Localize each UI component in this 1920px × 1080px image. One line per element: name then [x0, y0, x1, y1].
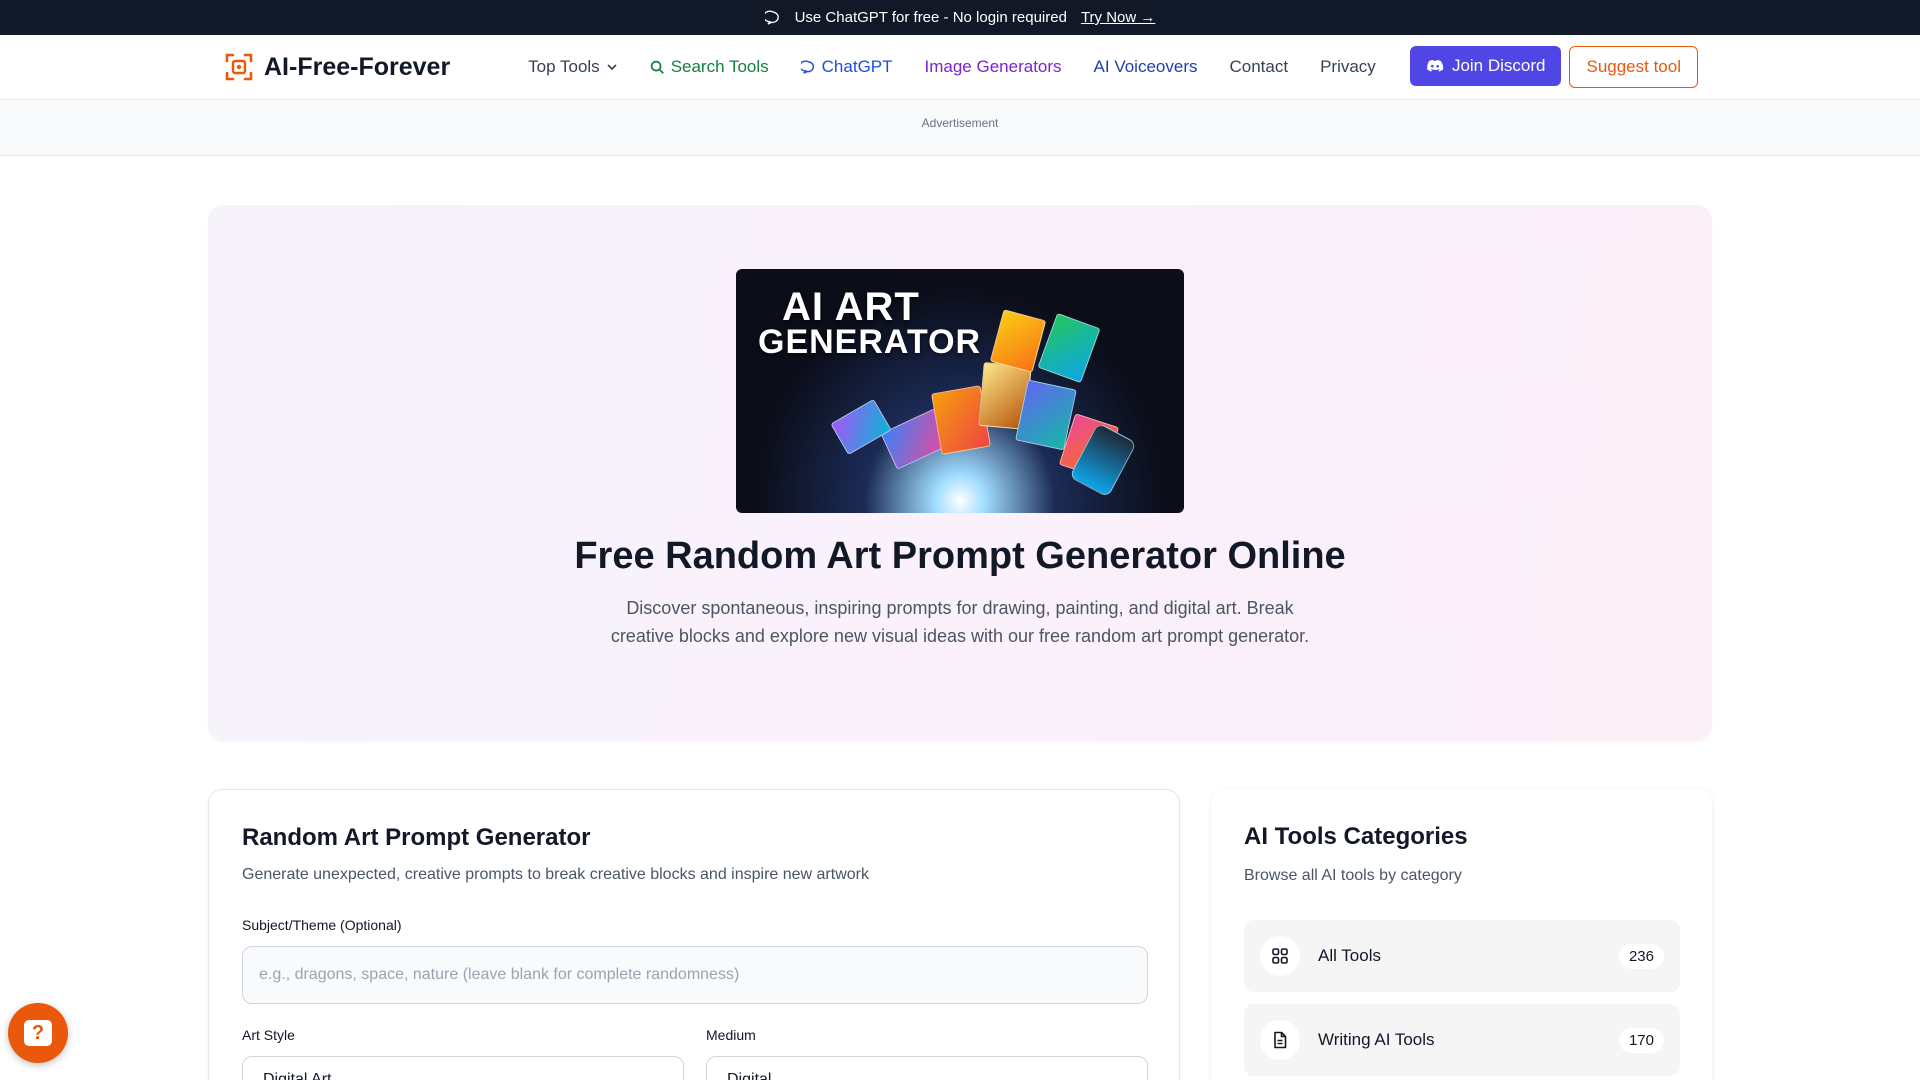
advertisement-label: Advertisement: [921, 116, 999, 130]
brand-name: AI-Free-Forever: [264, 52, 451, 81]
chat-bubble-icon: [800, 59, 814, 74]
hero-section: AI ART GENERATOR Free Random Art Prompt …: [208, 205, 1712, 741]
categories-panel: AI Tools Categories Browse all AI tools …: [1211, 789, 1712, 1080]
nav-search-tools-label: Search Tools: [670, 57, 769, 76]
generator-title: Random Art Prompt Generator: [242, 824, 591, 851]
nav-links: Top Tools Search Tools ChatGPT Image Gen…: [528, 57, 1376, 77]
chat-bubble-icon: [764, 10, 781, 26]
question-icon: ?: [24, 1020, 52, 1046]
join-discord-label: Join Discord: [1451, 56, 1546, 75]
help-button[interactable]: ?: [8, 1003, 68, 1063]
nav-top-tools[interactable]: Top Tools: [528, 57, 618, 77]
nav-chatgpt-label: ChatGPT: [821, 57, 893, 76]
nav-ai-voiceovers[interactable]: AI Voiceovers: [1094, 57, 1198, 77]
discord-icon: [1427, 59, 1444, 72]
nav-contact[interactable]: Contact: [1229, 57, 1288, 77]
category-label: All Tools: [1318, 946, 1381, 965]
navbar: AI-Free-Forever Top Tools Search Tools C…: [0, 35, 1920, 100]
search-icon: [650, 60, 664, 74]
nav-search-tools[interactable]: Search Tools: [650, 57, 769, 77]
category-count: 170: [1618, 1027, 1664, 1053]
chevron-down-icon: [607, 64, 617, 71]
nav-chatgpt[interactable]: ChatGPT: [800, 57, 893, 77]
ad-strip: Advertisement: [0, 100, 1920, 156]
category-all-tools[interactable]: All Tools 236: [1244, 920, 1680, 992]
hero-image-title-line2: GENERATOR: [758, 323, 982, 361]
hero-image: AI ART GENERATOR: [736, 269, 1184, 513]
document-icon: [1260, 1020, 1300, 1060]
suggest-tool-button[interactable]: Suggest tool: [1569, 46, 1698, 88]
categories-subtitle: Browse all AI tools by category: [1244, 867, 1462, 884]
medium-label: Medium: [706, 1027, 756, 1043]
category-count: 236: [1618, 943, 1664, 969]
announcement-bar: Use ChatGPT for free - No login required…: [0, 0, 1920, 35]
generator-subtitle: Generate unexpected, creative prompts to…: [242, 866, 869, 883]
hero-description: Discover spontaneous, inspiring prompts …: [610, 598, 1310, 646]
join-discord-button[interactable]: Join Discord: [1409, 46, 1562, 86]
try-now-link[interactable]: Try Now →: [1081, 9, 1155, 26]
medium-select[interactable]: Digital: [706, 1056, 1148, 1080]
subject-label: Subject/Theme (Optional): [242, 917, 402, 933]
nav-image-generators[interactable]: Image Generators: [925, 57, 1062, 77]
art-style-label: Art Style: [242, 1027, 295, 1043]
page-title: Free Random Art Prompt Generator Online: [574, 535, 1346, 577]
art-style-select[interactable]: Digital Art: [242, 1056, 684, 1080]
announcement-text: Use ChatGPT for free - No login required: [794, 9, 1067, 26]
logo-icon: [224, 52, 254, 82]
brand[interactable]: AI-Free-Forever: [224, 52, 450, 82]
nav-buttons: Join Discord Suggest tool: [1409, 46, 1698, 88]
generator-panel: Random Art Prompt Generator Generate une…: [208, 789, 1180, 1080]
subject-input[interactable]: [242, 946, 1148, 1004]
nav-privacy[interactable]: Privacy: [1320, 57, 1376, 77]
category-label: Writing AI Tools: [1318, 1030, 1435, 1049]
category-writing-ai-tools[interactable]: Writing AI Tools 170: [1244, 1004, 1680, 1076]
nav-top-tools-label: Top Tools: [528, 57, 600, 76]
categories-title: AI Tools Categories: [1244, 823, 1468, 850]
grid-icon: [1260, 936, 1300, 976]
